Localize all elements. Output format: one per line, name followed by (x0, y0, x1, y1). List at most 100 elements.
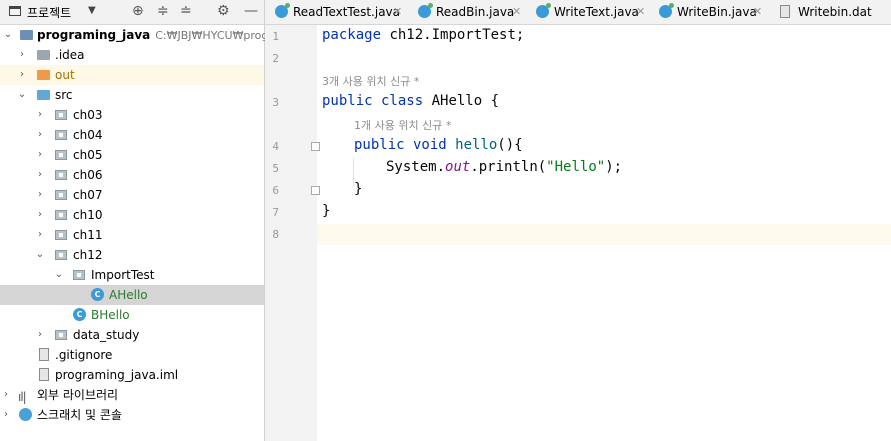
package-icon (55, 170, 67, 180)
expand-all-icon[interactable]: ≑ (157, 3, 169, 19)
tree-item-label: .gitignore (55, 348, 113, 362)
tree-item-ch12[interactable]: ⌄ ch12 (0, 245, 264, 265)
line-number: 4 (272, 140, 279, 153)
chevron-right-icon[interactable]: › (34, 205, 46, 225)
package-icon (73, 270, 85, 280)
tree-item-project[interactable]: ⌄ programing_java C:₩JBJ₩HYCU₩programing_… (0, 25, 336, 45)
ignore-file-icon (39, 348, 49, 361)
chevron-right-icon[interactable]: › (34, 325, 46, 345)
close-icon[interactable]: ✕ (512, 0, 521, 24)
field-name: out (445, 159, 471, 175)
ide-window: 프로젝트 ▼ ⊕ ≑ ≐ ⚙ — ⌄ programing_java C:₩JBJ… (0, 0, 891, 441)
class-icon (275, 3, 290, 18)
tree-item-ch07[interactable]: › ch07 (0, 185, 264, 205)
chevron-right-icon[interactable]: › (34, 125, 46, 145)
code-text: .println( (470, 159, 547, 175)
package-icon (55, 150, 67, 160)
chevron-down-icon[interactable]: ⌄ (2, 25, 14, 45)
fold-marker-icon[interactable] (311, 186, 320, 195)
tab-readbin[interactable]: ReadBin.java ✕ (418, 0, 528, 24)
tree-item-ch10[interactable]: › ch10 (0, 205, 264, 225)
keyword: package (322, 27, 382, 43)
locate-icon[interactable]: ⊕ (132, 3, 144, 19)
tree-item-label: ch03 (73, 108, 103, 122)
tree-item-src[interactable]: ⌄ src (0, 85, 264, 105)
tree-item-label: 외부 라이브러리 (37, 388, 119, 402)
chevron-right-icon[interactable]: › (16, 65, 28, 85)
tree-item-ch11[interactable]: › ch11 (0, 225, 264, 245)
project-view-icon[interactable] (9, 6, 21, 16)
keyword: public class (322, 93, 424, 109)
source-folder-icon (37, 90, 50, 100)
project-folder-icon (20, 30, 33, 40)
code-text: (){ (497, 137, 523, 153)
chevron-down-icon[interactable]: ▼ (88, 5, 96, 16)
tab-writebin-dat[interactable]: Writebin.dat (780, 0, 891, 24)
hide-icon[interactable]: — (244, 3, 258, 19)
code-text: } (322, 203, 331, 219)
tree-item-ch03[interactable]: › ch03 (0, 105, 264, 125)
close-icon[interactable]: ✕ (636, 0, 645, 24)
line-number: 5 (272, 162, 279, 175)
code-line-4: public void hello(){ (354, 137, 523, 153)
chevron-right-icon[interactable]: › (34, 165, 46, 185)
tree-item-label: src (55, 88, 73, 102)
gear-icon[interactable]: ⚙ (217, 3, 230, 19)
tree-item-data-study[interactable]: › data_study (0, 325, 264, 345)
excluded-folder-icon (37, 70, 50, 80)
close-icon[interactable]: ✕ (393, 0, 402, 24)
fold-marker-icon[interactable] (311, 142, 320, 151)
chevron-right-icon[interactable]: › (34, 145, 46, 165)
tree-item-external-libraries[interactable]: › ıl| 외부 라이브러리 (0, 385, 264, 405)
package-icon (55, 130, 67, 140)
chevron-right-icon[interactable]: › (0, 405, 12, 425)
tree-item-ch04[interactable]: › ch04 (0, 125, 264, 145)
class-icon: C (73, 308, 86, 321)
chevron-right-icon[interactable]: › (34, 105, 46, 125)
library-icon: ıl| (18, 390, 27, 404)
code-line-1: package ch12.ImportTest; (322, 27, 524, 43)
close-icon[interactable]: ✕ (753, 0, 762, 24)
current-line-highlight (317, 224, 891, 245)
tree-item-label: ImportTest (91, 268, 155, 282)
tree-item-ch05[interactable]: › ch05 (0, 145, 264, 165)
chevron-right-icon[interactable]: › (34, 225, 46, 245)
tree-item-ch06[interactable]: › ch06 (0, 165, 264, 185)
package-icon (55, 110, 67, 120)
tab-label: ReadTextTest.java (293, 5, 401, 19)
chevron-down-icon[interactable]: ⌄ (53, 265, 65, 285)
code-text: System. (386, 159, 446, 175)
tab-writebin[interactable]: WriteBin.java ✕ (659, 0, 769, 24)
scratch-icon (19, 408, 32, 421)
tab-readtexttest[interactable]: ReadTextTest.java ✕ (275, 0, 410, 24)
code-line-7: } (322, 203, 330, 219)
tab-label: WriteText.java (554, 5, 639, 19)
tree-item-label: ch04 (73, 128, 103, 142)
tree-item-bhello[interactable]: C BHello (0, 305, 264, 325)
code-text: ); (605, 159, 623, 175)
class-icon (418, 3, 433, 18)
collapse-all-icon[interactable]: ≐ (180, 3, 192, 19)
project-panel: 프로젝트 ▼ ⊕ ≑ ≐ ⚙ — ⌄ programing_java C:₩JBJ… (0, 0, 336, 441)
usages-hint[interactable]: 1개 사용 위치 신규 * (354, 117, 451, 133)
tree-item-out[interactable]: › out (0, 65, 264, 85)
chevron-right-icon[interactable]: › (34, 185, 46, 205)
tree-item-label: .idea (55, 48, 85, 62)
chevron-right-icon[interactable]: › (0, 385, 12, 405)
tree-item-importtest[interactable]: ⌄ ImportTest (0, 265, 264, 285)
package-icon (55, 230, 67, 240)
tree-item-scratches[interactable]: › 스크래치 및 콘솔 (0, 405, 264, 425)
chevron-right-icon[interactable]: › (16, 45, 28, 65)
line-number: 3 (272, 96, 279, 109)
usages-hint[interactable]: 3개 사용 위치 신규 * (322, 73, 419, 89)
chevron-down-icon[interactable]: ⌄ (34, 245, 46, 265)
tab-writetext[interactable]: WriteText.java ✕ (536, 0, 656, 24)
tree-item-idea[interactable]: › .idea (0, 45, 264, 65)
editor-tabs: ReadTextTest.java ✕ ReadBin.java ✕ Write… (265, 0, 891, 25)
tree-item-gitignore[interactable]: .gitignore (0, 345, 264, 365)
tree-item-iml[interactable]: programing_java.iml (0, 365, 264, 385)
class-icon (659, 3, 674, 18)
tree-item-ahello[interactable]: C AHello (0, 285, 264, 305)
project-panel-title[interactable]: 프로젝트 (27, 4, 71, 21)
chevron-down-icon[interactable]: ⌄ (16, 85, 28, 105)
